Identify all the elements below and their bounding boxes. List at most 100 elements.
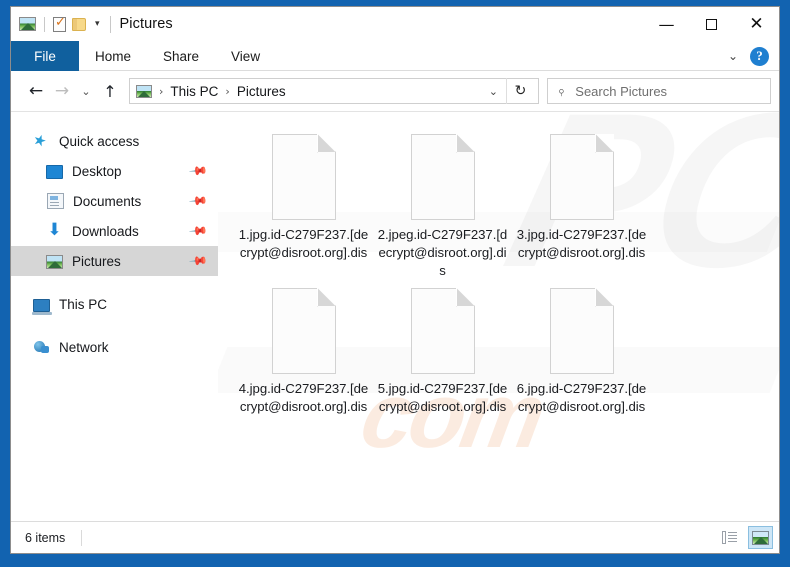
view-mode-buttons — [717, 526, 773, 549]
breadcrumb-pictures[interactable]: Pictures — [235, 84, 288, 99]
tab-home[interactable]: Home — [79, 41, 147, 71]
generic-file-icon — [549, 134, 614, 220]
address-bar[interactable]: › This PC › Pictures ⌄ ↻ — [129, 78, 539, 104]
ribbon-actions: ⌄ ? — [724, 41, 775, 71]
breadcrumb-separator: › — [225, 84, 230, 98]
pictures-icon — [46, 254, 63, 269]
tab-share[interactable]: Share — [147, 41, 215, 71]
sidebar-item-label: Quick access — [59, 133, 140, 149]
breadcrumb-this-pc[interactable]: This PC — [168, 84, 220, 99]
window-controls: — ✕ — [644, 7, 779, 41]
large-icons-view-button[interactable] — [748, 526, 773, 549]
status-divider — [81, 529, 83, 546]
navigation-bar: ← → ⌄ ↑ › This PC › Pictures ⌄ ↻ ⌕ Searc… — [11, 71, 779, 111]
maximize-button[interactable] — [689, 7, 734, 41]
sidebar-item-quick-access[interactable]: ★ Quick access — [11, 126, 218, 156]
chevron-down-icon[interactable]: ⌄ — [724, 49, 742, 63]
page-fold-icon — [595, 134, 614, 153]
file-grid: 1.jpg.id-C279F237.[decrypt@disroot.org].… — [234, 130, 771, 420]
toolbar-divider — [44, 16, 45, 32]
large-icons-view-icon — [752, 530, 769, 545]
file-name-label: 5.jpg.id-C279F237.[decrypt@disroot.org].… — [377, 381, 508, 414]
tab-view[interactable]: View — [215, 41, 276, 71]
pin-icon[interactable]: 📌 — [188, 191, 208, 211]
item-count-label: 6 items — [25, 530, 66, 545]
generic-file-icon — [410, 134, 475, 220]
sidebar-item-this-pc[interactable]: This PC — [11, 289, 218, 319]
downloads-icon: ⬇ — [47, 220, 62, 240]
file-name-label: 6.jpg.id-C279F237.[decrypt@disroot.org].… — [516, 381, 647, 414]
file-item[interactable]: 4.jpg.id-C279F237.[decrypt@disroot.org].… — [234, 284, 373, 416]
recent-locations-icon[interactable]: ⌄ — [75, 76, 97, 106]
back-button[interactable]: ← — [23, 76, 49, 106]
file-explorer-window: ▾ Pictures — ✕ File Home Share View ⌄ ? … — [10, 6, 780, 554]
file-name-label: 4.jpg.id-C279F237.[decrypt@disroot.org].… — [238, 381, 369, 414]
generic-file-icon — [271, 288, 336, 374]
title-bar: ▾ Pictures — ✕ — [11, 7, 779, 41]
sidebar-item-documents[interactable]: Documents 📌 — [11, 186, 218, 216]
page-fold-icon — [317, 288, 336, 307]
search-input[interactable]: Search Pictures — [575, 84, 667, 99]
search-icon: ⌕ — [553, 83, 570, 99]
help-button[interactable]: ? — [750, 46, 769, 66]
file-item[interactable]: 2.jpeg.id-C279F237.[decrypt@disroot.org]… — [373, 130, 512, 280]
file-list-pane[interactable]: PC 1.jpg.id-C279F237.[decrypt@disroot.or… — [218, 112, 779, 521]
star-icon: ★ — [30, 129, 49, 152]
documents-icon — [47, 193, 64, 209]
sidebar-item-label: Downloads — [72, 223, 139, 239]
sidebar-item-pictures[interactable]: Pictures 📌 — [11, 246, 218, 276]
search-box[interactable]: ⌕ Search Pictures — [547, 78, 771, 104]
sidebar-item-label: Documents — [73, 193, 142, 209]
pictures-icon — [136, 84, 152, 98]
sidebar-item-label: Desktop — [72, 163, 122, 179]
file-item[interactable]: 1.jpg.id-C279F237.[decrypt@disroot.org].… — [234, 130, 373, 280]
tab-file[interactable]: File — [11, 41, 79, 71]
quick-access-toolbar: ▾ — [11, 15, 103, 32]
explorer-body: ★ Quick access Desktop 📌 Documents 📌 ⬇ D… — [11, 111, 779, 521]
pictures-properties-icon[interactable] — [19, 17, 36, 31]
file-item[interactable]: 6.jpg.id-C279F237.[decrypt@disroot.org].… — [512, 284, 651, 416]
refresh-button[interactable]: ↻ — [506, 78, 534, 104]
file-item[interactable]: 3.jpg.id-C279F237.[decrypt@disroot.org].… — [512, 130, 651, 280]
status-bar: 6 items — [11, 521, 779, 553]
properties-icon[interactable] — [53, 15, 66, 32]
generic-file-icon — [549, 288, 614, 374]
close-button[interactable]: ✕ — [734, 7, 779, 41]
sidebar-item-label: This PC — [59, 296, 108, 312]
file-name-label: 1.jpg.id-C279F237.[decrypt@disroot.org].… — [238, 227, 369, 260]
maximize-icon — [706, 18, 717, 30]
address-dropdown-icon[interactable]: ⌄ — [481, 85, 506, 98]
navigation-pane: ★ Quick access Desktop 📌 Documents 📌 ⬇ D… — [11, 112, 218, 521]
customize-chevron-icon[interactable]: ▾ — [92, 19, 103, 29]
sidebar-item-label: Pictures — [72, 253, 121, 269]
pin-icon[interactable]: 📌 — [188, 251, 208, 271]
pin-icon[interactable]: 📌 — [188, 161, 208, 181]
file-item[interactable]: 5.jpg.id-C279F237.[decrypt@disroot.org].… — [373, 284, 512, 416]
up-button[interactable]: ↑ — [97, 76, 123, 106]
generic-file-icon — [410, 288, 475, 374]
file-name-label: 2.jpeg.id-C279F237.[decrypt@disroot.org]… — [377, 227, 508, 278]
new-folder-icon[interactable] — [72, 17, 86, 31]
sidebar-item-desktop[interactable]: Desktop 📌 — [11, 156, 218, 186]
generic-file-icon — [271, 134, 336, 220]
details-view-icon — [722, 531, 737, 544]
minimize-button[interactable]: — — [644, 7, 689, 41]
pin-icon[interactable]: 📌 — [188, 221, 208, 241]
sidebar-item-network[interactable]: Network — [11, 332, 218, 362]
ribbon-tab-bar: File Home Share View ⌄ ? — [11, 41, 779, 71]
page-fold-icon — [317, 134, 336, 153]
network-icon — [33, 340, 50, 355]
page-fold-icon — [595, 288, 614, 307]
title-divider — [109, 15, 111, 33]
page-fold-icon — [456, 288, 475, 307]
breadcrumb-separator: › — [159, 84, 164, 98]
forward-button: → — [54, 81, 70, 101]
sidebar-item-downloads[interactable]: ⬇ Downloads 📌 — [11, 216, 218, 246]
sidebar-item-label: Network — [59, 339, 109, 355]
this-pc-icon — [32, 298, 52, 315]
window-title: Pictures — [119, 16, 173, 32]
page-fold-icon — [456, 134, 475, 153]
details-view-button[interactable] — [717, 526, 742, 549]
